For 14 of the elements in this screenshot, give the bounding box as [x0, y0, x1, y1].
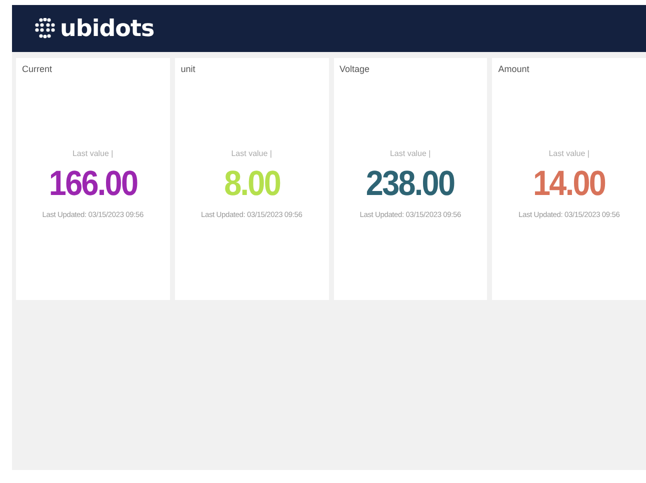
- widget-title: unit: [180, 64, 196, 74]
- widget-caption: Last value |: [390, 149, 431, 158]
- widget-title: Current: [22, 64, 52, 74]
- widget-value: 238.00: [366, 164, 454, 204]
- widget-caption: Last value |: [231, 149, 272, 158]
- logo-text: ubidots: [60, 16, 154, 42]
- widget-caption: Last value |: [548, 149, 590, 158]
- widget-title: Voltage: [340, 64, 370, 74]
- widget-caption: Last value |: [72, 149, 114, 158]
- widget-value: 8.00: [224, 164, 280, 204]
- widget-title: Amount: [498, 64, 530, 74]
- widget-value: 14.00: [533, 164, 606, 204]
- logo-icon: [34, 18, 56, 40]
- widget-value: 166.00: [48, 164, 137, 204]
